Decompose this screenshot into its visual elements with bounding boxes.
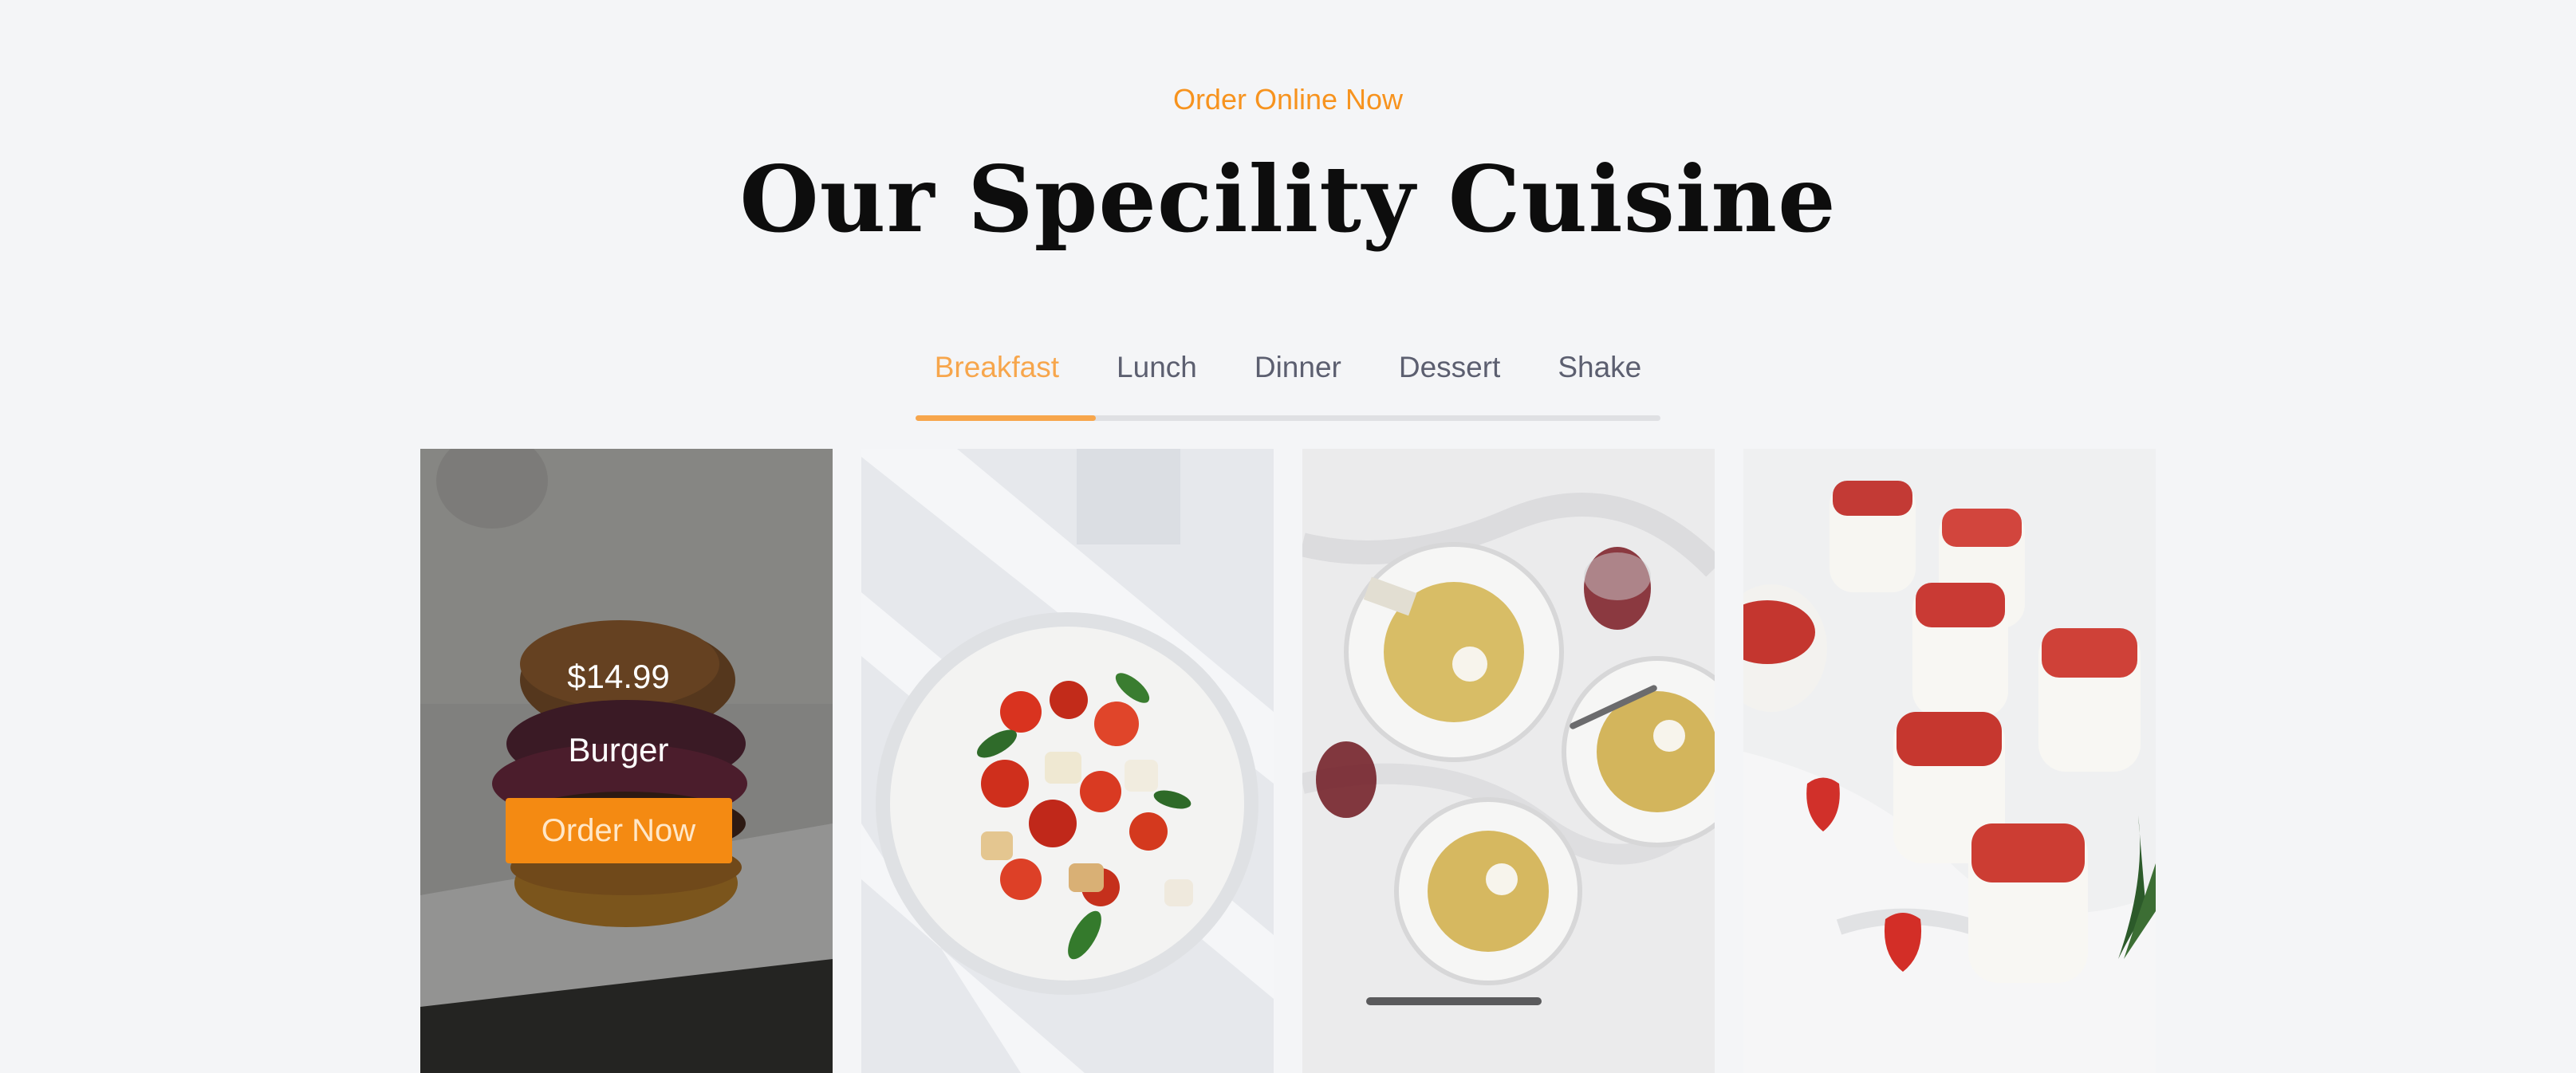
card-info: $14.99 Burger Order Now bbox=[420, 658, 833, 863]
menu-card-dessert[interactable] bbox=[1743, 449, 2156, 1073]
item-name: Burger bbox=[568, 731, 669, 768]
tab-dinner[interactable]: Dinner bbox=[1226, 344, 1370, 415]
tab-label: Dinner bbox=[1254, 351, 1341, 383]
strawberry-panna-cotta-photo bbox=[1743, 449, 2156, 1073]
tab-shake[interactable]: Shake bbox=[1529, 344, 1670, 415]
item-price: $14.99 bbox=[567, 658, 670, 695]
caprese-salad-photo bbox=[861, 449, 1274, 1073]
menu-card-burger[interactable]: $14.99 Burger Order Now bbox=[420, 449, 833, 1073]
tab-label: Breakfast bbox=[934, 351, 1060, 383]
active-tab-indicator bbox=[916, 415, 1096, 421]
menu-card-pasta[interactable] bbox=[1302, 449, 1715, 1073]
tab-label: Dessert bbox=[1398, 351, 1501, 383]
tab-lunch[interactable]: Lunch bbox=[1088, 344, 1226, 415]
tab-breakfast[interactable]: Breakfast bbox=[906, 344, 1088, 415]
menu-tabs: Breakfast Lunch Dinner Dessert Shake bbox=[916, 344, 1660, 421]
menu-card-salad[interactable] bbox=[861, 449, 1274, 1073]
section-title: Our Specility Cuisine bbox=[739, 146, 1837, 253]
spaghetti-plates-photo bbox=[1302, 449, 1715, 1073]
tab-label: Lunch bbox=[1117, 351, 1197, 383]
section-kicker: Order Online Now bbox=[1172, 83, 1404, 116]
order-now-button[interactable]: Order Now bbox=[505, 798, 732, 863]
tab-dessert[interactable]: Dessert bbox=[1370, 344, 1529, 415]
tab-label: Shake bbox=[1558, 351, 1642, 383]
menu-grid: $14.99 Burger Order Now bbox=[420, 449, 2156, 1073]
